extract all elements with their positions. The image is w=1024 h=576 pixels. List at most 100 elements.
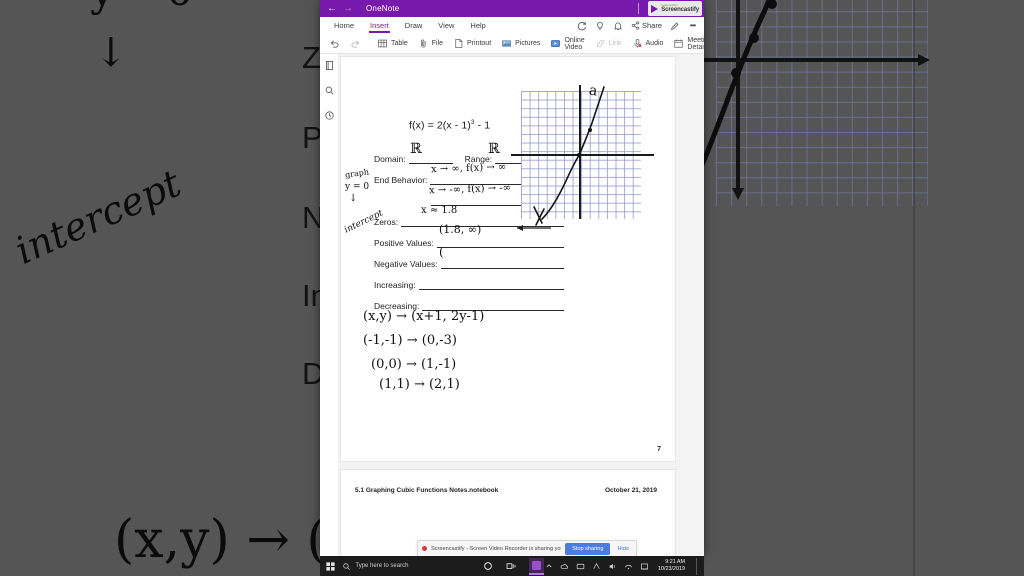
- negative-values-blank[interactable]: [440, 258, 564, 269]
- windows-start-icon[interactable]: [322, 561, 339, 572]
- task-view-icon[interactable]: [505, 560, 518, 573]
- window-body: f(x) = 2(x - 1)3 - 1 Domain: Range: End …: [320, 54, 704, 556]
- file-attach-icon: [418, 38, 429, 49]
- domain-label: Domain:: [374, 154, 406, 164]
- ribbon-right-actions: Share •••: [577, 20, 704, 31]
- volume-icon[interactable]: [608, 562, 617, 571]
- file-printout-icon: [453, 38, 464, 49]
- ribbon-command-bar: Table File Printout Pictures Online Vide…: [320, 34, 704, 54]
- onenote-window: ← → OneNote powered by Screencastify Hom…: [320, 0, 704, 556]
- taskbar-search-box[interactable]: Type here to search: [342, 562, 445, 571]
- system-tray: 9:21 AM 10/23/2019: [544, 557, 702, 575]
- recent-notes-icon[interactable]: [323, 109, 336, 122]
- file-label: File: [431, 40, 444, 47]
- end-behavior-label: End Behavior:: [374, 175, 428, 185]
- windows-taskbar: Type here to search 9:21 AM 10/23/2019: [320, 556, 704, 576]
- increasing-label: Increasing:: [374, 280, 416, 290]
- undo-button[interactable]: [324, 38, 345, 49]
- positive-values-blank[interactable]: [436, 237, 564, 248]
- pictures-label: Pictures: [515, 40, 541, 47]
- taskbar-pinned-apps: [481, 557, 545, 575]
- handwritten-work: (x,y) → (x+1, 2y-1) (-1,-1) → (0,-3) (0,…: [353, 309, 484, 392]
- clock-date: 10/23/2019: [658, 566, 685, 572]
- insert-file-button[interactable]: File: [413, 38, 448, 49]
- more-options-icon[interactable]: •••: [687, 20, 698, 31]
- stop-sharing-button[interactable]: Stop sharing: [565, 542, 611, 555]
- tell-me-icon[interactable]: [595, 20, 606, 31]
- link-label: Link: [608, 40, 622, 47]
- field-decreasing: Decreasing:: [374, 290, 564, 311]
- notebooks-icon[interactable]: [323, 59, 336, 72]
- work-line-4: (1,1) → (2,1): [379, 377, 460, 392]
- domain-blank[interactable]: [408, 153, 453, 164]
- tab-draw[interactable]: Draw: [397, 17, 431, 34]
- cortana-icon[interactable]: [481, 560, 494, 573]
- ink-pen-icon[interactable]: [669, 20, 680, 31]
- backdrop-hand-arrow: ↓: [94, 30, 128, 76]
- undo-icon: [329, 38, 340, 49]
- insert-printout-button[interactable]: Printout: [448, 38, 496, 49]
- backdrop-hand-intercept: intercept: [8, 161, 188, 273]
- backdrop-work-1: (x,y) → (: [114, 510, 327, 570]
- forward-arrow-icon[interactable]: →: [340, 3, 356, 14]
- show-desktop-button[interactable]: [696, 557, 699, 575]
- online-video-label: Online Video: [564, 36, 585, 51]
- insert-table-button[interactable]: Table: [372, 38, 413, 49]
- taskbar-clock[interactable]: 9:21 AM 10/23/2019: [658, 559, 685, 573]
- backdrop-divider: [913, 0, 915, 576]
- action-center-icon[interactable]: [640, 562, 649, 571]
- online-video-icon: [550, 38, 561, 49]
- sync-icon[interactable]: [577, 20, 588, 31]
- show-hidden-icons-chevron[interactable]: [544, 562, 553, 571]
- display-icon[interactable]: [576, 562, 585, 571]
- insert-pictures-button[interactable]: Pictures: [496, 38, 545, 49]
- hide-sharing-bar-button[interactable]: Hide: [614, 546, 632, 552]
- tab-home[interactable]: Home: [326, 17, 362, 34]
- notebook-page[interactable]: f(x) = 2(x - 1)3 - 1 Domain: Range: End …: [340, 56, 676, 462]
- notification-bell-icon[interactable]: [613, 20, 624, 31]
- note-canvas[interactable]: f(x) = 2(x - 1)3 - 1 Domain: Range: End …: [339, 54, 704, 556]
- title-separator: [638, 3, 639, 14]
- meeting-details-button[interactable]: Meeting Details: [668, 37, 704, 51]
- zeros-label: Zeros:: [374, 217, 399, 227]
- insert-link-button[interactable]: Link: [590, 38, 627, 49]
- window-title: OneNote: [366, 4, 400, 13]
- clock-time: 9:21 AM: [665, 559, 685, 566]
- recording-indicator-icon: [422, 546, 427, 551]
- share-button[interactable]: Share: [631, 21, 662, 30]
- work-line-3: (0,0) → (1,-1): [371, 357, 457, 372]
- work-line-2: (-1,-1) → (0,-3): [363, 333, 457, 348]
- tab-view[interactable]: View: [430, 17, 462, 34]
- insert-online-video-button[interactable]: Online Video: [545, 37, 589, 51]
- page-date: October 21, 2019: [604, 487, 657, 494]
- touch-keyboard-icon[interactable]: [592, 562, 601, 571]
- redo-icon: [350, 38, 361, 49]
- field-negative-values: Negative Values:: [374, 248, 564, 269]
- table-label: Table: [391, 40, 408, 47]
- range-label: Range:: [464, 154, 493, 164]
- back-arrow-icon[interactable]: ←: [324, 3, 340, 14]
- function-equation: f(x) = 2(x - 1)3 - 1: [409, 119, 491, 132]
- share-label: Share: [641, 21, 662, 30]
- insert-audio-button[interactable]: Audio: [627, 38, 669, 49]
- tab-help[interactable]: Help: [462, 17, 493, 34]
- screencastify-badge: powered by Screencastify: [648, 1, 702, 16]
- meeting-details-icon: [673, 38, 684, 49]
- onenote-taskbar-icon[interactable]: [529, 557, 545, 575]
- network-icon[interactable]: [624, 562, 633, 571]
- audio-icon: [632, 38, 643, 49]
- search-icon[interactable]: [323, 84, 336, 97]
- meeting-details-label: Meeting Details: [687, 36, 704, 51]
- page-number: 7: [657, 446, 661, 453]
- work-line-1: (x,y) → (x+1, 2y-1): [363, 309, 485, 324]
- tab-insert[interactable]: Insert: [362, 17, 397, 34]
- onenote-square-icon: [532, 560, 542, 570]
- positive-values-label: Positive Values:: [374, 238, 434, 248]
- page-file-name: 5.1 Graphing Cubic Functions Notes.noteb…: [355, 487, 499, 494]
- increasing-blank[interactable]: [418, 279, 564, 290]
- redo-button[interactable]: [345, 38, 366, 49]
- margin-note-y0: y = 0: [345, 182, 370, 192]
- onedrive-icon[interactable]: [560, 562, 569, 571]
- screen: y =0 ↓ intercept Zeros: ______ Positive …: [0, 0, 1024, 576]
- table-icon: [377, 38, 388, 49]
